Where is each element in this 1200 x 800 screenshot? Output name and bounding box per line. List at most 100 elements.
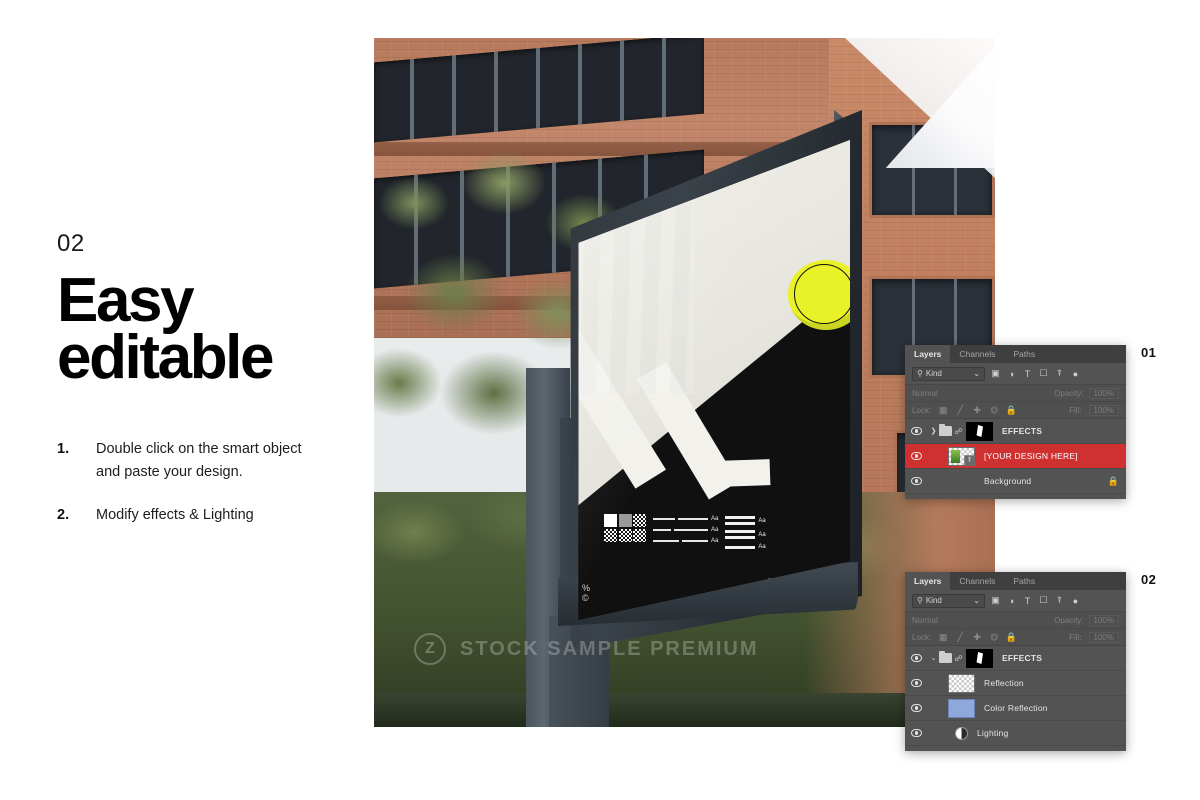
blend-mode-select[interactable]: Normal — [912, 389, 1049, 398]
fill-value[interactable]: 100% — [1088, 631, 1119, 643]
lock-position-icon[interactable]: ✚ — [972, 405, 982, 415]
layers-panel-01[interactable]: Layers Channels Paths ⚲ Kind ⌄ ▣ ◑ T ☐ ⍒… — [905, 345, 1126, 499]
folder-open-icon — [939, 650, 952, 663]
lock-icon[interactable]: 🔒 — [1108, 476, 1119, 487]
chevron-down-icon[interactable]: ⌄ — [928, 654, 939, 662]
layer-name: Reflection — [984, 678, 1024, 688]
layer-row-your-design-here[interactable]: ⍒ [YOUR DESIGN HERE] — [905, 444, 1126, 469]
layer-visibility-toggle[interactable] — [905, 444, 928, 468]
opacity-value[interactable]: 100% — [1088, 387, 1119, 399]
smart-object-filter-icon[interactable]: ⍒ — [1054, 595, 1065, 606]
billboard-mockup-photo: Aa Aa Aa Aa Aa Aa % © Z STOCK SAMPLE PRE… — [374, 38, 995, 727]
swatch — [604, 528, 617, 542]
fill-label: Fill: — [1069, 405, 1082, 415]
poster-type-lines-right: Aa Aa Aa — [725, 514, 766, 550]
smart-object-badge-icon: ⍒ — [964, 454, 974, 465]
layer-thumbnail[interactable] — [948, 698, 975, 718]
type-filter-icon[interactable]: T — [1022, 595, 1033, 606]
list-item-index: 2. — [57, 507, 70, 523]
chevron-right-icon[interactable]: ❯ — [928, 427, 939, 435]
lock-artboard-icon[interactable]: ⏣ — [989, 632, 999, 642]
eye-icon — [911, 452, 922, 460]
adjustment-layer-icon[interactable] — [955, 726, 968, 740]
lock-image-icon[interactable]: ╱ — [955, 632, 965, 642]
layer-thumbnail[interactable]: ⍒ — [948, 446, 975, 466]
filter-bar: ⚲ Kind ⌄ ▣ ◑ T ☐ ⍒ ● — [905, 590, 1126, 611]
opacity-label: Opacity: — [1054, 388, 1084, 398]
list-item: 2. Modify effects & Lighting — [57, 504, 357, 526]
shape-filter-icon[interactable]: ☐ — [1038, 595, 1049, 606]
adjustment-filter-icon[interactable]: ◑ — [1006, 368, 1017, 379]
tab-layers[interactable]: Layers — [905, 572, 951, 590]
smart-object-filter-icon[interactable]: ⍒ — [1054, 368, 1065, 379]
tab-channels[interactable]: Channels — [950, 572, 1005, 590]
type-filter-icon[interactable]: T — [1022, 368, 1033, 379]
layer-row-effects[interactable]: ⌄ ☍ EFFECTS — [905, 646, 1126, 671]
eye-icon — [911, 477, 922, 485]
swatch — [633, 514, 646, 527]
instruction-list: 1. Double click on the smart object and … — [57, 438, 357, 526]
layer-visibility-toggle[interactable] — [905, 469, 928, 493]
layer-thumbnail[interactable] — [948, 673, 975, 693]
blend-mode-select[interactable]: Normal — [912, 616, 1049, 625]
layer-row-reflection[interactable]: Reflection — [905, 671, 1126, 696]
blend-bar: Normal Opacity: 100% — [905, 384, 1126, 401]
poster-window-reflection — [578, 144, 694, 394]
layer-row-color-reflection[interactable]: Color Reflection — [905, 696, 1126, 721]
toggle-filter-icon[interactable]: ● — [1070, 368, 1081, 379]
filter-kind-select[interactable]: ⚲ Kind ⌄ — [912, 593, 985, 608]
layer-visibility-toggle[interactable] — [905, 721, 928, 745]
search-icon: ⚲ — [917, 369, 923, 378]
lock-image-icon[interactable]: ╱ — [955, 405, 965, 415]
layer-name: EFFECTS — [1002, 653, 1043, 663]
layer-mask-thumbnail[interactable] — [966, 648, 993, 668]
layer-row-lighting[interactable]: Lighting — [905, 721, 1126, 746]
layer-name: EFFECTS — [1002, 426, 1043, 436]
pixel-filter-icon[interactable]: ▣ — [990, 595, 1001, 606]
layer-visibility-toggle[interactable] — [905, 696, 928, 720]
list-item-text: Modify effects & Lighting — [96, 507, 254, 523]
pixel-filter-icon[interactable]: ▣ — [990, 368, 1001, 379]
layers-panel-02[interactable]: Layers Channels Paths ⚲ Kind ⌄ ▣ ◑ T ☐ ⍒… — [905, 572, 1126, 751]
layer-visibility-toggle[interactable] — [905, 646, 928, 670]
lock-all-icon[interactable]: 🔒 — [1006, 632, 1017, 642]
lock-label: Lock: — [912, 632, 932, 642]
lock-transparency-icon[interactable]: ▦ — [938, 405, 948, 415]
lock-label: Lock: — [912, 405, 932, 415]
filter-kind-label: Kind — [925, 369, 942, 378]
link-icon[interactable]: ☍ — [954, 654, 963, 663]
chevron-down-icon: ⌄ — [973, 596, 980, 605]
poster-letterform-crossbar — [717, 459, 771, 487]
filter-kind-select[interactable]: ⚲ Kind ⌄ — [912, 366, 985, 381]
poster-swatch-grid — [604, 514, 646, 542]
layer-visibility-toggle[interactable] — [905, 671, 928, 695]
blend-bar: Normal Opacity: 100% — [905, 611, 1126, 628]
tab-channels[interactable]: Channels — [950, 345, 1005, 363]
adjustment-filter-icon[interactable]: ◑ — [1006, 595, 1017, 606]
layer-row-effects[interactable]: ❯ ☍ EFFECTS — [905, 419, 1126, 444]
layer-visibility-toggle[interactable] — [905, 419, 928, 443]
headline-line-2: editable — [57, 323, 274, 393]
lock-position-icon[interactable]: ✚ — [972, 632, 982, 642]
link-icon[interactable]: ☍ — [954, 427, 963, 436]
tab-paths[interactable]: Paths — [1004, 572, 1045, 590]
shape-filter-icon[interactable]: ☐ — [1038, 368, 1049, 379]
swatch — [618, 514, 632, 527]
fill-value[interactable]: 100% — [1088, 404, 1119, 416]
eye-icon — [911, 729, 922, 737]
lock-all-icon[interactable]: 🔒 — [1006, 405, 1017, 415]
panel-tab-bar: Layers Channels Paths — [905, 345, 1126, 363]
poster-logo: % © — [582, 583, 591, 604]
opacity-value[interactable]: 100% — [1088, 614, 1119, 626]
eye-icon — [911, 654, 922, 662]
toggle-filter-icon[interactable]: ● — [1070, 595, 1081, 606]
opacity-label: Opacity: — [1054, 615, 1084, 625]
lock-transparency-icon[interactable]: ▦ — [938, 632, 948, 642]
poster-type-lines-left: Aa Aa Aa — [653, 514, 718, 544]
tab-paths[interactable]: Paths — [1004, 345, 1045, 363]
lock-bar: Lock: ▦ ╱ ✚ ⏣ 🔒 Fill: 100% — [905, 628, 1126, 646]
tab-layers[interactable]: Layers — [905, 345, 951, 363]
lock-artboard-icon[interactable]: ⏣ — [989, 405, 999, 415]
layer-row-background[interactable]: Background 🔒 — [905, 469, 1126, 494]
layer-mask-thumbnail[interactable] — [966, 421, 993, 441]
